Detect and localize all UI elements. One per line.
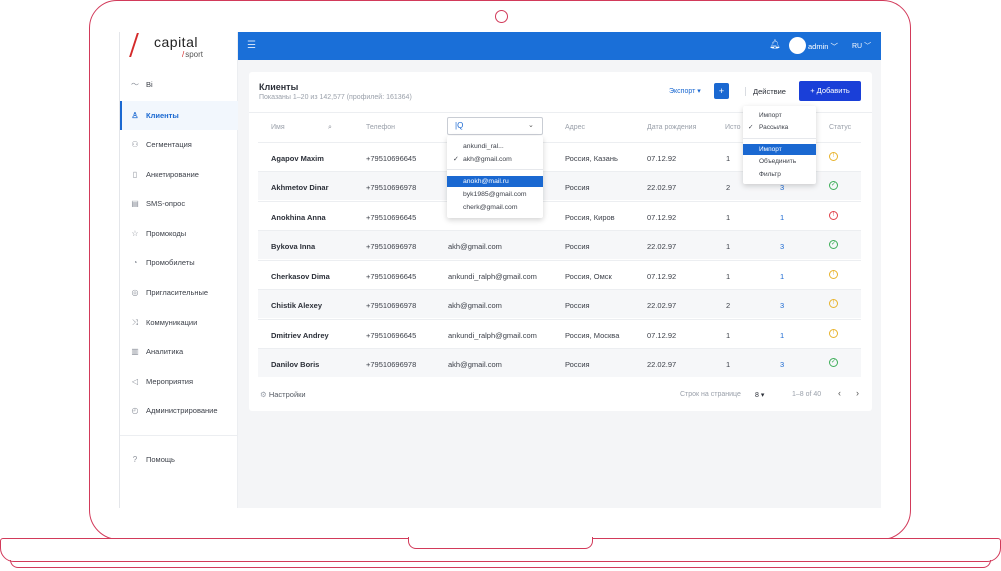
check-icon: ✓ [748,124,754,131]
sidebar-item-promocodes[interactable]: ☆ Промокоды [120,219,238,248]
laptop-base-foot [10,560,991,568]
trend-icon: 〜 [131,80,139,89]
sidebar-item-clients[interactable]: ♙ Клиенты [120,101,238,130]
email-dropdown-list: ankundi_ral... ✓ akh@gmail.com anokh@mail… [447,136,543,218]
status-warning-icon: ! [829,270,838,279]
dropdown-option[interactable]: ankundi_ral... [447,141,543,152]
form-icon: ▯ [132,170,138,179]
plus-button[interactable]: + [714,83,729,99]
sidebar-item-communications[interactable]: ⤨ Коммуникации [120,308,238,337]
action-menu-item[interactable]: ✓ Рассылка [743,122,816,133]
chevron-down-icon: ▾ [695,88,701,95]
chevron-left-icon[interactable]: ‹ [838,388,841,398]
dropdown-option[interactable]: cherk@gmail.com [447,202,543,213]
add-button[interactable]: + Добавить [799,81,861,101]
page-subtitle: Показаны 1–20 из 142,577 (профилей: 1613… [259,94,412,101]
chevron-down-icon: ﹀ [864,43,872,50]
dropdown-divider [447,169,543,170]
rows-per-page-label: Строк на странице [680,391,741,398]
col-address[interactable]: Адрес [565,124,585,131]
language-switch[interactable]: RU ﹀ [852,41,871,51]
action-menu-item[interactable]: Импорт [743,110,816,121]
dropdown-option[interactable]: ✓ akh@gmail.com [447,154,543,165]
chevron-down-icon: ⌄ [528,122,534,129]
search-input-value: |Q [455,121,464,130]
col-birth[interactable]: Дата рождения [647,124,696,131]
sms-icon: ▤ [131,199,139,208]
avatar[interactable] [789,37,806,54]
gauge-icon: ◴ [131,406,139,415]
action-button[interactable]: Действие [753,87,786,96]
laptop-notch [408,537,593,549]
chevron-right-icon[interactable]: › [856,388,859,398]
sidebar-item-survey[interactable]: ▯ Анкетирование [120,160,238,189]
action-menu-item[interactable]: Фильтр [743,169,816,180]
dropdown-option-selected[interactable]: anokh@mail.ru [447,176,543,187]
email-filter-input[interactable]: |Q ⌄ [447,117,543,135]
rows-per-page-select[interactable]: 8 ▾ [755,391,764,399]
col-history[interactable]: Исто [725,124,741,131]
table-row[interactable]: Cherkasov Dima +79510696645 ankundi_ralp… [258,260,861,289]
sidebar-item-events[interactable]: ◁ Мероприятия [120,367,238,396]
col-name[interactable]: Имя [271,124,285,131]
ticket-icon: ◔ [132,258,138,267]
bell-icon[interactable]: 🔔︎ [769,39,780,50]
sidebar-item-help[interactable]: ? Помощь [120,445,238,474]
hierarchy-icon: ⚇ [131,140,139,149]
brand-sub: sport [182,50,203,59]
logo-slash [129,33,139,57]
sidebar-divider [120,435,238,436]
action-menu: Импорт ✓ Рассылка Импорт Объединить Фильт… [743,106,816,184]
status-warning-icon: ! [829,299,838,308]
status-ok-icon: ✓ [829,181,838,190]
menu-divider [743,138,816,139]
app-screen: capital sport 〜Bi ♙Клиенты ⚇Сегментация … [119,32,881,508]
star-icon: ☆ [131,229,139,238]
col-status[interactable]: Статус [829,124,851,131]
sidebar-item-administration[interactable]: ◴ Администрирование [120,396,238,425]
toolbar-divider [745,87,746,96]
megaphone-icon: ◁ [131,377,139,386]
chevron-down-icon: ﹀ [830,42,839,51]
status-error-icon: ! [829,211,838,220]
sidebar-item-promotickets[interactable]: ◔ Промобилеты [120,248,238,277]
page-range: 1–8 of 40 [792,391,822,398]
sidebar-item-bi[interactable]: 〜 Bi [120,70,238,99]
table-row[interactable]: Bykova Inna +79510696978 akh@gmail.com Р… [258,230,861,259]
action-menu-item[interactable]: Объединить [743,156,816,167]
export-button[interactable]: Экспорт ▾ [669,87,701,95]
top-bar: ☰ 🔔︎ admin ﹀ RU ﹀ [238,32,881,60]
brand-name: capital [154,34,198,50]
gear-icon: ⚙︎ [260,390,267,399]
table-row[interactable]: Danilov Boris +79510696978 akh@gmail.com… [258,348,861,377]
camera-icon [495,10,508,23]
col-phone[interactable]: Телефон [366,124,395,131]
invite-icon: ◎ [131,288,139,297]
sidebar-item-segmentation[interactable]: ⚇ Сегментация [120,130,238,159]
help-icon: ? [132,455,138,464]
status-warning-icon: ! [829,329,838,338]
page-title: Клиенты [259,82,299,92]
user-icon: ♙ [131,111,139,120]
search-icon[interactable]: ⌕ [328,124,332,132]
table-row[interactable]: Anokhina Anna +79510696645 Россия, Киров… [258,201,861,230]
sidebar-item-sms[interactable]: ▤ SMS-опрос [120,189,238,218]
sidebar-item-analytics[interactable]: ▥ Аналитика [120,337,238,366]
sidebar-item-invites[interactable]: ◎ Пригласительные [120,278,238,307]
user-menu[interactable]: admin ﹀ [808,41,838,52]
sidebar: capital sport 〜Bi ♙Клиенты ⚇Сегментация … [120,32,238,508]
shuffle-icon: ⤨ [131,317,139,327]
settings-button[interactable]: ⚙︎ Настройки [260,390,306,399]
status-warning-icon: ! [829,152,838,161]
dropdown-option[interactable]: byk1985@gmail.com [447,189,543,200]
table-row[interactable]: Chistik Alexey +79510696978 akh@gmail.co… [258,289,861,318]
status-ok-icon: ✓ [829,358,838,367]
check-icon: ✓ [453,156,459,163]
table-row[interactable]: Dmitriev Andrey +79510696645 ankundi_ral… [258,319,861,348]
menu-icon[interactable]: ☰ [247,40,256,51]
action-menu-item-selected[interactable]: Импорт [743,144,816,155]
bars-icon: ▥ [131,347,139,356]
status-ok-icon: ✓ [829,240,838,249]
